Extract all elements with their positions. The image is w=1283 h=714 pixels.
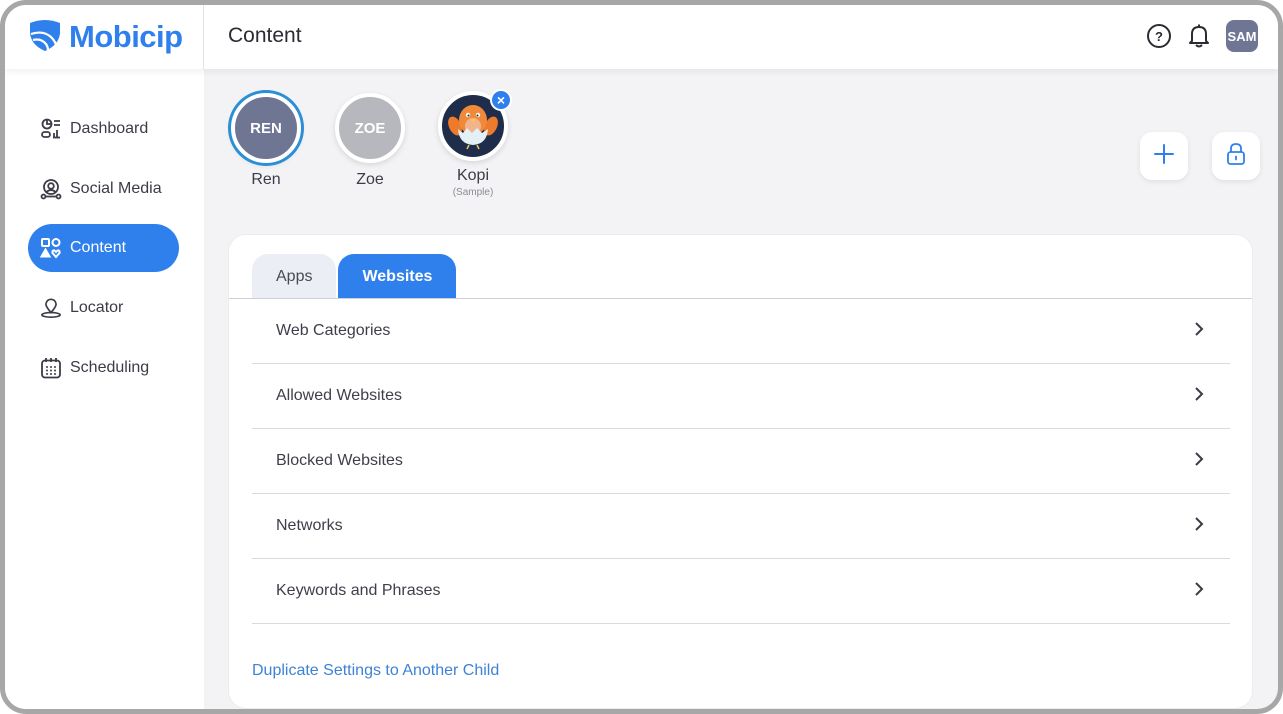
app-window: Mobicip Content ? SAM Dashboard Social M… — [0, 0, 1283, 714]
user-avatar[interactable]: SAM — [1226, 20, 1258, 52]
sidebar-item-scheduling[interactable]: Scheduling — [28, 344, 179, 392]
sidebar-item-locator[interactable]: Locator — [28, 284, 179, 332]
list-item-keywords-and-phrases[interactable]: Keywords and Phrases — [252, 559, 1230, 624]
plus-icon — [1153, 143, 1175, 170]
child-profile-zoe[interactable]: ZOE Zoe — [330, 93, 410, 189]
locator-icon — [40, 297, 62, 319]
calendar-icon — [40, 357, 62, 379]
list-item-label: Allowed Websites — [276, 387, 402, 404]
dashboard-icon — [40, 118, 62, 140]
shield-logo-icon — [27, 17, 63, 58]
child-sample-label: (Sample) — [452, 187, 494, 198]
svg-text:?: ? — [1155, 29, 1163, 44]
sidebar-item-social-media[interactable]: Social Media — [28, 165, 179, 213]
website-settings-list: Web Categories Allowed Websites Blocked … — [252, 299, 1230, 624]
list-item-blocked-websites[interactable]: Blocked Websites — [252, 429, 1230, 494]
sidebar-item-label: Social Media — [70, 180, 162, 197]
lock-button[interactable] — [1212, 132, 1260, 180]
child-initials: ZOE — [354, 119, 386, 137]
close-icon: × — [496, 92, 506, 108]
tab-bar: Apps Websites — [252, 254, 457, 299]
sidebar-item-label: Scheduling — [70, 359, 150, 376]
child-avatar: ZOE — [335, 93, 405, 163]
brand-logo[interactable]: Mobicip — [5, 5, 204, 69]
child-profile-kopi[interactable]: × Kopi (Sample) — [433, 89, 513, 198]
sidebar-item-content[interactable]: Content — [28, 224, 179, 272]
sidebar: Dashboard Social Media Content Locator S… — [5, 69, 204, 709]
chevron-right-icon — [1194, 451, 1204, 472]
tab-apps[interactable]: Apps — [252, 254, 337, 299]
list-item-networks[interactable]: Networks — [252, 494, 1230, 559]
lock-icon — [1226, 142, 1246, 171]
chevron-right-icon — [1194, 516, 1204, 537]
main-content: REN Ren ZOE Zoe × Kopi (Sample) Apps Web… — [204, 69, 1278, 709]
list-item-allowed-websites[interactable]: Allowed Websites — [252, 364, 1230, 429]
top-header: Mobicip Content ? SAM — [5, 5, 1278, 69]
sidebar-item-dashboard[interactable]: Dashboard — [28, 105, 179, 153]
content-icon — [40, 237, 62, 259]
chevron-right-icon — [1194, 321, 1204, 342]
list-item-label: Blocked Websites — [276, 452, 403, 469]
list-item-label: Keywords and Phrases — [276, 582, 441, 599]
child-name: Ren — [251, 171, 281, 188]
brand-name: Mobicip — [69, 19, 183, 54]
child-name: Zoe — [356, 171, 384, 188]
help-icon[interactable]: ? — [1146, 23, 1172, 49]
child-name: Kopi — [456, 167, 490, 184]
child-avatar: REN — [231, 93, 301, 163]
bell-icon[interactable] — [1186, 23, 1212, 49]
child-avatar: × — [438, 89, 512, 161]
sidebar-item-label: Dashboard — [70, 120, 149, 137]
duplicate-settings-link[interactable]: Duplicate Settings to Another Child — [252, 662, 499, 680]
child-profile-ren[interactable]: REN Ren — [226, 93, 306, 189]
sidebar-item-label: Content — [70, 239, 127, 256]
sidebar-item-label: Locator — [70, 299, 124, 316]
list-item-web-categories[interactable]: Web Categories — [252, 299, 1230, 364]
child-initials: REN — [250, 119, 282, 137]
page-title: Content — [228, 24, 302, 47]
list-item-label: Web Categories — [276, 322, 391, 339]
add-child-button[interactable] — [1140, 132, 1188, 180]
tab-websites[interactable]: Websites — [338, 254, 457, 299]
chevron-right-icon — [1194, 386, 1204, 407]
social-media-icon — [40, 178, 62, 200]
chevron-right-icon — [1194, 581, 1204, 602]
remove-child-button[interactable]: × — [490, 89, 512, 111]
list-item-label: Networks — [276, 517, 343, 534]
settings-card: Apps Websites Web Categories Allowed Web… — [228, 234, 1253, 709]
